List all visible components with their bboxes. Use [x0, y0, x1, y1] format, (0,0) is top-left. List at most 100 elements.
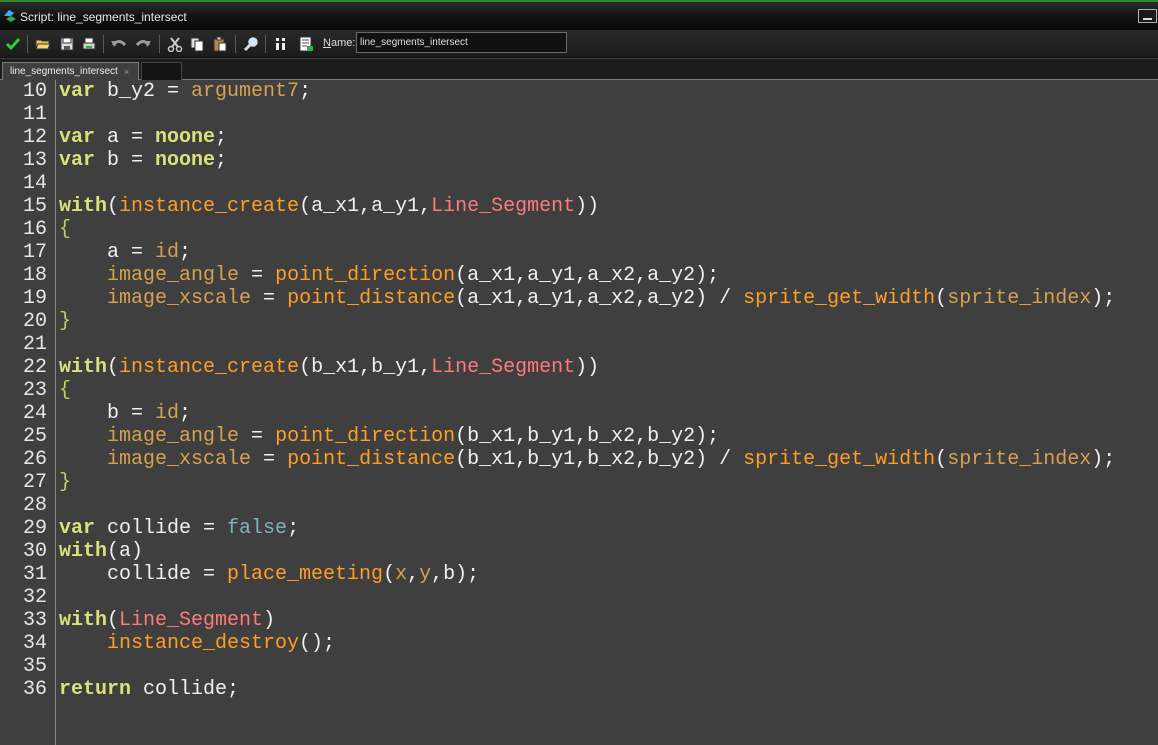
line-number: 24: [22, 402, 47, 425]
copy-button[interactable]: [187, 34, 207, 54]
code-line[interactable]: 13 var b = noone;: [0, 149, 1158, 172]
code-token: Line_Segment: [431, 356, 576, 379]
code-token: (b_x1,b_y1,b_x2,b_y2) /: [455, 448, 744, 471]
code-line[interactable]: 27}: [0, 471, 1158, 494]
ok-button[interactable]: [3, 34, 23, 54]
code-text: var a = noone;: [59, 126, 227, 149]
toolbar-separator: [27, 35, 28, 53]
code-line[interactable]: 33 with(Line_Segment): [0, 609, 1158, 632]
code-token: var: [59, 517, 96, 540]
goto-line-icon: [276, 38, 285, 50]
code-token: (: [935, 448, 948, 471]
code-line[interactable]: 26 image_xscale = point_distance(b_x1,b_…: [0, 448, 1158, 471]
code-line[interactable]: 35: [0, 655, 1158, 678]
line-number: 25: [22, 425, 47, 448]
code-line[interactable]: 31 collide = place_meeting(x,y,b);: [0, 563, 1158, 586]
script-button[interactable]: [296, 34, 316, 54]
code-text: var b = noone;: [59, 149, 227, 172]
code-token: =: [239, 264, 276, 287]
line-number: 33: [22, 609, 47, 632]
code-token: )): [575, 356, 600, 379]
code-lines: 10 var b_y2 = argument7; 11 12 var a = noone…: [0, 80, 1158, 701]
line-number: 19: [22, 287, 47, 310]
save-button[interactable]: [57, 34, 77, 54]
code-line[interactable]: 24 b = id;: [0, 402, 1158, 425]
redo-button[interactable]: [133, 34, 153, 54]
code-token: {: [59, 218, 72, 241]
print-button[interactable]: [79, 34, 99, 54]
name-label: Name:: [323, 37, 356, 49]
code-text: with(instance_create(b_x1,b_y1,Line_Segm…: [59, 356, 599, 379]
undo-button[interactable]: [109, 34, 129, 54]
code-token: point_distance: [287, 287, 456, 310]
code-text: }: [59, 310, 71, 333]
code-token: instance_destroy: [107, 632, 300, 655]
code-line[interactable]: 19 image_xscale = point_distance(a_x1,a_…: [0, 287, 1158, 310]
copy-icon: [190, 37, 204, 52]
code-line[interactable]: 36 return collide;: [0, 678, 1158, 701]
code-line[interactable]: 18 image_angle = point_direction(a_x1,a_…: [0, 264, 1158, 287]
goto-line-button[interactable]: [271, 34, 291, 54]
code-token: Line_Segment: [119, 609, 264, 632]
code-token: var: [59, 80, 96, 103]
line-number: 36: [22, 678, 47, 701]
code-token: sprite_index: [947, 287, 1092, 310]
code-token: image_angle: [107, 264, 240, 287]
code-line[interactable]: 15 with(instance_create(a_x1,a_y1,Line_Se…: [0, 195, 1158, 218]
code-text: with(instance_create(a_x1,a_y1,Line_Segm…: [59, 195, 599, 218]
code-token: false: [227, 517, 288, 540]
line-number: 27: [22, 471, 47, 494]
code-line[interactable]: 20}: [0, 310, 1158, 333]
line-number: 18: [22, 264, 47, 287]
code-line[interactable]: 25 image_angle = point_direction(b_x1,b_…: [0, 425, 1158, 448]
code-token: image_xscale: [107, 287, 252, 310]
code-line[interactable]: 10 var b_y2 = argument7;: [0, 80, 1158, 103]
code-token: place_meeting: [227, 563, 384, 586]
toolbar-separator: [235, 35, 236, 53]
code-text: var b_y2 = argument7;: [59, 80, 311, 103]
script-name-input[interactable]: [356, 32, 567, 53]
code-token: (: [107, 609, 120, 632]
code-line[interactable]: 28: [0, 494, 1158, 517]
code-line[interactable]: 32: [0, 586, 1158, 609]
code-token: instance_create: [119, 356, 300, 379]
code-line[interactable]: 16 {: [0, 218, 1158, 241]
code-token: a =: [95, 126, 156, 149]
cut-button[interactable]: [165, 34, 185, 54]
code-line[interactable]: 21: [0, 333, 1158, 356]
code-token: point_distance: [287, 448, 456, 471]
code-line[interactable]: 22 with(instance_create(b_x1,b_y1,Line_Se…: [0, 356, 1158, 379]
code-line[interactable]: 34 instance_destroy();: [0, 632, 1158, 655]
code-token: =: [251, 287, 288, 310]
print-icon: [82, 37, 96, 50]
code-token: noone: [155, 149, 216, 172]
code-token: (: [107, 195, 120, 218]
close-icon[interactable]: ×: [124, 67, 129, 77]
code-text: return collide;: [59, 678, 239, 701]
minimize-button[interactable]: [1138, 9, 1157, 23]
load-button[interactable]: [33, 34, 53, 54]
code-line[interactable]: 11: [0, 103, 1158, 126]
line-number: 23: [22, 379, 47, 402]
code-editor[interactable]: 10 var b_y2 = argument7; 11 12 var a = noone…: [0, 80, 1158, 745]
tab-bar: line_segments_intersect ×: [0, 59, 1158, 80]
code-token: (: [107, 356, 120, 379]
tab-line-segments-intersect[interactable]: line_segments_intersect ×: [2, 62, 139, 80]
line-number: 29: [22, 517, 47, 540]
code-token: noone: [155, 126, 216, 149]
code-line[interactable]: 23 {: [0, 379, 1158, 402]
code-token: a =: [59, 241, 156, 264]
redo-icon: [135, 40, 151, 47]
code-line[interactable]: 14: [0, 172, 1158, 195]
code-line[interactable]: 12 var a = noone;: [0, 126, 1158, 149]
code-line[interactable]: 17 a = id;: [0, 241, 1158, 264]
code-token: return: [59, 678, 132, 701]
paste-button[interactable]: [210, 34, 230, 54]
code-line[interactable]: 29 var collide = false;: [0, 517, 1158, 540]
code-line[interactable]: 30 with(a): [0, 540, 1158, 563]
code-token: );: [1091, 448, 1116, 471]
code-text: with(Line_Segment): [59, 609, 275, 632]
find-button[interactable]: [241, 34, 261, 54]
cut-icon: [167, 37, 183, 52]
